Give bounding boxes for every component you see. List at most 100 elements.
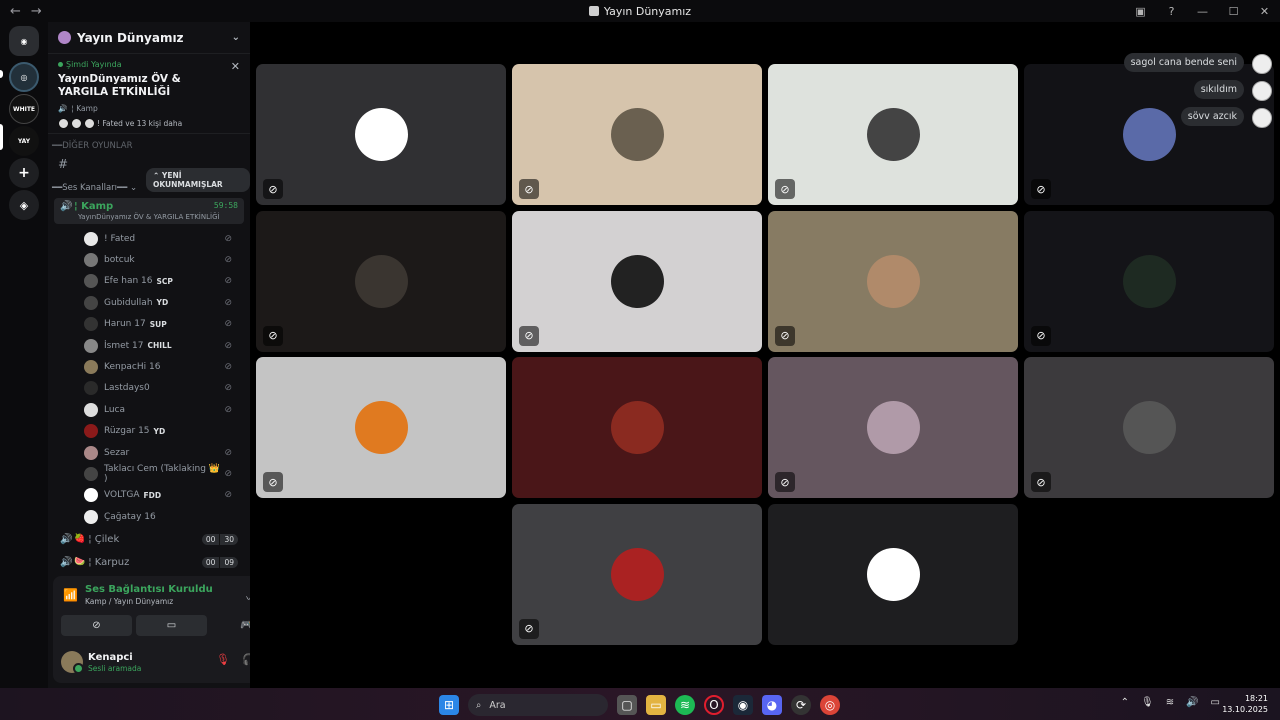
explore-icon[interactable]: ◈ [9,190,39,220]
avatar [84,402,98,417]
opera-icon[interactable]: O [704,695,724,715]
mic-muted-icon: ⊘ [519,618,539,639]
chevron-down-icon[interactable]: ⌄ [232,32,240,43]
guild-header[interactable]: Yayın Dünyamız ⌄ [48,22,250,54]
spotify-icon[interactable]: ≋ [675,695,695,715]
mic-muted-icon: ⊘ [263,472,283,492]
server-pill-active [0,124,3,150]
mic-muted-icon: ⊘ [224,340,232,351]
avatar [611,108,664,161]
screen-share-button[interactable]: ▭ [136,615,207,636]
discord-icon[interactable]: ◕ [762,695,782,715]
mic-muted-icon: ⊘ [224,404,232,415]
back-arrow-icon[interactable]: ← [10,4,21,19]
add-server-icon[interactable]: + [9,158,39,188]
mic-muted-icon: ⊘ [224,297,232,308]
channel-sidebar: Yayın Dünyamız ⌄ Şimdi Yayında YayınDüny… [48,22,293,688]
connection-status[interactable]: Ses Bağlantısı Kuruldu [85,584,213,595]
member-row[interactable]: Sezar ⊘ [54,442,244,463]
member-row[interactable]: Efe han 16 SCP ⊘ [54,271,244,292]
chevron-up-icon[interactable]: ⌃ [1121,697,1129,708]
microphone-icon[interactable]: 🎙 [1141,697,1154,708]
participant-tile[interactable]: ⊘ [256,357,506,498]
user-area[interactable]: Kenapci Sesli aramada [61,651,142,674]
chrome-icon[interactable]: ◎ [820,695,840,715]
participant-tile[interactable] [512,357,762,498]
avatar [867,547,920,601]
user-name: Kenapci [88,651,133,663]
taskbar-search[interactable]: ⌕ Ara [468,694,608,716]
live-title: YayınDünyamız ÖV & YARGILA ETKİNLİĞİ [58,73,181,98]
close-window-icon[interactable]: ✕ [1249,5,1280,18]
avatar [1252,81,1272,101]
voice-channel[interactable]: 🔊 🍓 ¦ Çilek 00 30 [54,528,244,550]
member-row[interactable]: ! Fated ⊘ [54,228,244,249]
new-unreads-pill[interactable]: ⌃ YENİ OKUNMAMIŞLAR [146,168,250,192]
participant-tile[interactable]: ⊘ [1024,210,1274,352]
mic-muted-icon: ⊘ [224,383,232,394]
app-icon[interactable]: ⟳ [791,695,811,715]
server-icon-yayin[interactable]: YAY [9,126,39,156]
voice-channel-kamp[interactable]: 🔊 ¦ Kamp 59:58 YayınDünyamız ÖV & YARGIL… [54,198,244,224]
server-icon-2[interactable]: WHITE [9,94,39,124]
task-view-icon[interactable]: ▢ [617,695,637,715]
guild-name: Yayın Dünyamız [77,30,184,45]
server-rail: ◉ ◎ WHITE YAY + ◈ [0,22,48,688]
minimize-icon[interactable]: — [1187,5,1218,18]
participant-tile[interactable]: ⊘ [256,64,506,205]
category-other[interactable]: ━━ DİĞER OYUNLAR [48,136,250,156]
member-row[interactable]: KenpacHi 16 ⊘ [54,356,244,377]
inbox-icon[interactable]: ▣ [1125,5,1156,18]
file-explorer-icon[interactable]: ▭ [646,695,666,715]
clock[interactable]: 18:21 13.10.2025 [1222,693,1268,715]
window-title: Yayın Dünyamız [0,5,1280,18]
live-event-card[interactable]: Şimdi Yayında YayınDünyamız ÖV & YARGILA… [48,54,250,134]
participant-tile[interactable]: ⊘ [1024,357,1274,498]
channel-emoji: 🍉 [74,557,86,568]
wifi-icon[interactable]: ≋ [1166,697,1174,708]
maximize-icon[interactable]: ☐ [1218,5,1249,18]
avatar [84,509,98,524]
avatar [355,108,408,161]
speaker-icon: 🔊 [60,533,73,545]
member-row[interactable]: Rüzgar 15 YD [54,421,244,442]
help-icon[interactable]: ? [1156,5,1187,18]
participant-tile[interactable]: ⊘ [512,503,762,645]
member-row[interactable]: Harun 17 SUP ⊘ [54,314,244,335]
user-status: Sesli aramada [88,663,142,673]
participant-tile[interactable]: ⊘ [512,210,762,352]
member-row[interactable]: Taklacı Cem (Taklaking 👑 ) ⊘ [54,463,244,484]
member-row[interactable]: Lastdays0 ⊘ [54,378,244,399]
member-row[interactable]: VOLTGA FDD ⊘ [54,485,244,506]
participant-tile[interactable] [768,503,1018,645]
discord-home-icon[interactable]: ◉ [9,26,39,56]
member-tag: SCP [156,276,173,286]
steam-icon[interactable]: ◉ [733,695,753,715]
participant-tile[interactable]: ⊘ [768,357,1018,498]
forward-arrow-icon[interactable]: → [31,4,42,19]
signal-icon[interactable]: 📶 [63,588,85,602]
volume-icon[interactable]: 🔊 [1186,697,1198,708]
windows-start-icon[interactable]: ⊞ [439,695,459,715]
camera-button[interactable]: ⊘ [61,615,132,636]
battery-icon[interactable]: ▭ [1211,697,1220,708]
server-icon-1[interactable]: ◎ [9,62,39,92]
member-row[interactable]: botcuk ⊘ [54,249,244,270]
member-row[interactable]: İsmet 17 CHILL ⊘ [54,335,244,356]
member-row[interactable]: Gubidullah YD ⊘ [54,292,244,313]
mic-muted-icon: ⊘ [224,319,232,330]
avatar [84,231,98,246]
participant-tile[interactable]: ⊘ [768,64,1018,205]
mic-muted-icon[interactable]: 🎙 [215,653,231,666]
member-row[interactable]: Luca ⊘ [54,399,244,420]
mic-muted-icon: ⊘ [1031,325,1051,346]
participant-tile[interactable]: ⊘ [256,210,506,352]
member-row[interactable]: Çağatay 16 [54,506,244,527]
avatar [611,254,664,308]
participant-tile[interactable]: ⊘ [768,210,1018,352]
participant-tile[interactable]: ⊘ [512,64,762,205]
close-icon[interactable]: ✕ [231,60,240,73]
server-pill [0,70,3,78]
voice-channel[interactable]: 🔊 🍉 ¦ Karpuz 00 09 [54,551,244,573]
channel-name: ¦ Kamp [74,201,114,212]
